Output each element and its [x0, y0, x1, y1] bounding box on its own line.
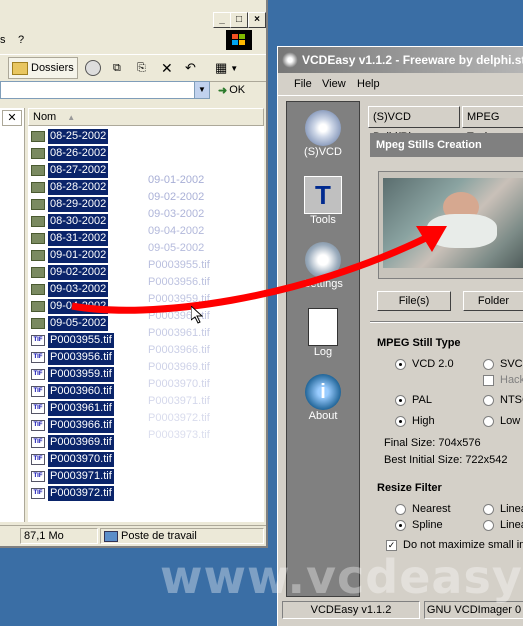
drag-arrow	[71, 226, 447, 314]
mouse-cursor-icon	[191, 306, 203, 324]
drag-arrow-line	[71, 232, 432, 314]
